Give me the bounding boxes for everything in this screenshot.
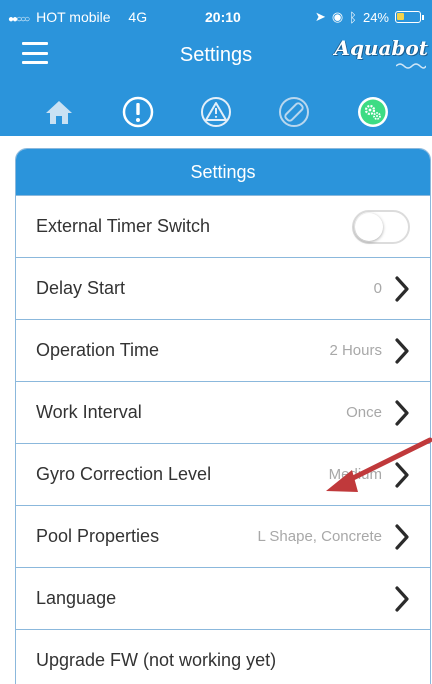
row-value: 2 Hours [329,342,382,359]
tab-home[interactable] [40,93,78,131]
row-value: 0 [373,280,382,297]
row-gyro-correction-level[interactable]: Gyro Correction Level Medium [16,443,430,505]
remote-control-icon [279,97,310,127]
chevron-right-icon [395,400,409,426]
tab-settings[interactable] [354,93,392,131]
tab-remote[interactable] [275,93,313,131]
toggle-knob [355,213,383,241]
row-label: Work Interval [36,402,142,422]
chevron-right-icon [395,586,409,612]
row-label: Pool Properties [36,526,160,546]
status-right: ➤ ◉ ᛒ 24% [315,9,424,25]
chevron-right-icon [395,524,409,550]
row-pool-properties[interactable]: Pool Properties L Shape, Concrete [16,505,430,567]
home-icon [46,101,73,124]
row-value: L Shape, Concrete [257,528,382,545]
row-label: Gyro Correction Level [36,464,212,484]
tab-warnings[interactable] [197,93,235,131]
settings-card-title: Settings [16,149,430,195]
row-label: Operation Time [36,340,160,360]
settings-card: Settings External Timer Switch Delay Sta… [15,148,431,684]
carrier-info: ●●○○○ HOT mobile 4G [8,9,147,25]
network-type: 4G [128,9,148,25]
signal-strength-icon: ●●○○○ [8,14,30,25]
alert-circle-icon [122,96,153,128]
external-timer-toggle[interactable] [352,210,410,244]
chevron-right-icon [395,276,409,302]
row-value: Once [346,404,382,421]
nav-bar: Settings Aquabot [0,32,432,80]
chevron-right-icon [395,338,409,364]
status-time: 20:10 [205,9,241,25]
tab-alerts[interactable] [119,93,157,131]
battery-percent: 24% [362,9,389,25]
row-label: Delay Start [36,278,126,298]
row-delay-start[interactable]: Delay Start 0 [16,257,430,319]
settings-gears-icon [357,97,388,127]
chevron-right-icon [395,462,409,488]
status-bar: ●●○○○ HOT mobile 4G 20:10 ➤ ◉ ᛒ 24% [0,0,432,32]
carrier-name: HOT mobile [36,9,111,25]
row-work-interval[interactable]: Work Interval Once [16,381,430,443]
row-label: Language [36,588,117,608]
row-upgrade-fw[interactable]: Upgrade FW (not working yet) [16,629,430,684]
tab-bar [0,88,432,136]
row-label: Upgrade FW (not working yet) [36,650,277,670]
bluetooth-icon: ᛒ [349,9,357,25]
app-header: ●●○○○ HOT mobile 4G 20:10 ➤ ◉ ᛒ 24% Sett… [0,0,432,136]
row-language[interactable]: Language [16,567,430,629]
aquabot-logo: Aquabot [334,36,428,60]
row-label: External Timer Switch [36,216,211,236]
battery-tip [422,14,424,20]
logo-waves-icon [396,63,426,69]
row-operation-time[interactable]: Operation Time 2 Hours [16,319,430,381]
alarm-icon: ◉ [331,9,344,24]
row-external-timer-switch[interactable]: External Timer Switch [16,195,430,257]
warning-triangle-icon [200,97,231,127]
location-icon: ➤ [314,9,326,24]
battery-icon [395,11,421,23]
row-value: Medium [328,466,382,483]
